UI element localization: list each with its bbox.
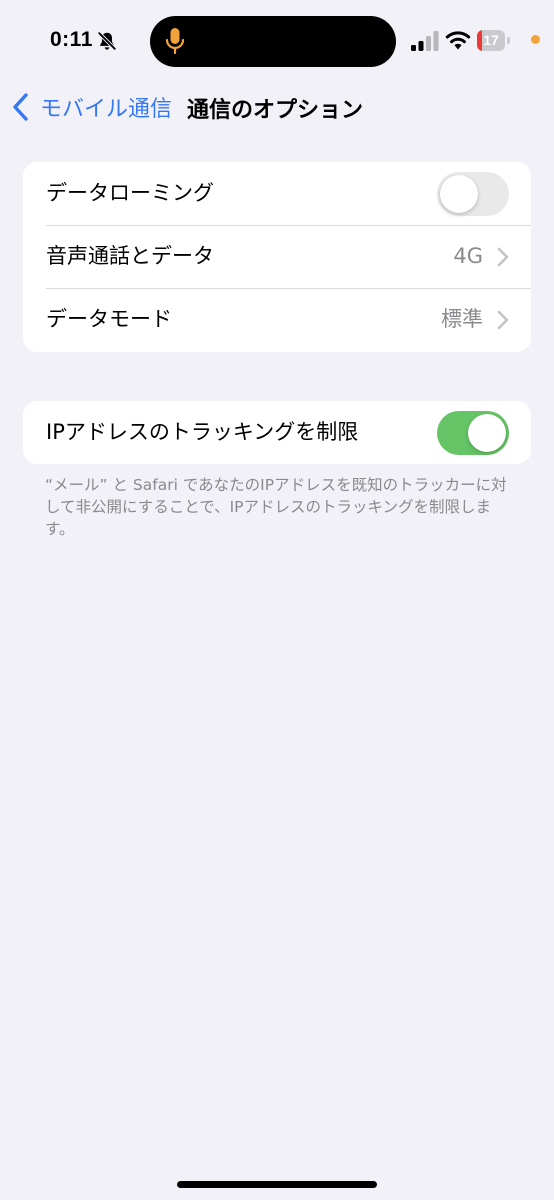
back-chevron-icon	[13, 93, 28, 121]
data-roaming-label: データローミング	[46, 181, 214, 205]
voice-and-data-label: 音声通話とデータ	[46, 244, 214, 268]
back-label: モバイル通信	[40, 97, 173, 122]
home-indicator[interactable]	[177, 1181, 377, 1188]
back-button[interactable]: モバイル通信	[10, 90, 172, 124]
dynamic-island	[150, 16, 396, 67]
toggle-knob	[468, 414, 506, 452]
cellular-options-group: データローミング 音声通話とデータ 4G データモード 標準	[23, 162, 531, 352]
data-roaming-row: データローミング	[23, 162, 531, 225]
data-mode-row[interactable]: データモード 標準	[23, 288, 531, 351]
ip-tracking-group: IPアドレスのトラッキングを制限	[23, 401, 531, 464]
chevron-right-icon	[497, 247, 509, 267]
privacy-indicator-dot	[531, 35, 540, 44]
limit-ip-tracking-label: IPアドレスのトラッキングを制限	[46, 420, 359, 444]
data-mode-label: データモード	[46, 307, 172, 331]
ip-tracking-footnote: “メール” と Safari であなたのIPアドレスを既知のトラッカーに対して非…	[45, 476, 507, 538]
battery-level: 17	[483, 32, 499, 48]
voice-and-data-value: 4G	[453, 244, 483, 268]
chevron-right-icon	[497, 310, 509, 330]
data-roaming-toggle[interactable]	[437, 172, 509, 216]
voice-and-data-row[interactable]: 音声通話とデータ 4G	[23, 225, 531, 288]
page-title: 通信のオプション	[187, 98, 364, 123]
signal-icon	[411, 31, 439, 51]
wifi-icon	[445, 31, 471, 50]
battery-body: 17	[477, 30, 505, 51]
battery-icon: 17	[477, 30, 510, 51]
limit-ip-tracking-toggle[interactable]	[437, 411, 509, 455]
status-time: 0:11	[50, 28, 93, 51]
navigation-bar: モバイル通信 通信のオプション	[0, 84, 554, 130]
data-mode-value: 標準	[441, 307, 483, 331]
bell-slash-icon	[97, 31, 117, 51]
toggle-knob	[440, 175, 478, 213]
status-bar: 0:11 17	[0, 0, 554, 84]
mic-icon	[165, 28, 185, 55]
battery-cap	[507, 37, 510, 44]
limit-ip-tracking-row: IPアドレスのトラッキングを制限	[23, 401, 531, 464]
